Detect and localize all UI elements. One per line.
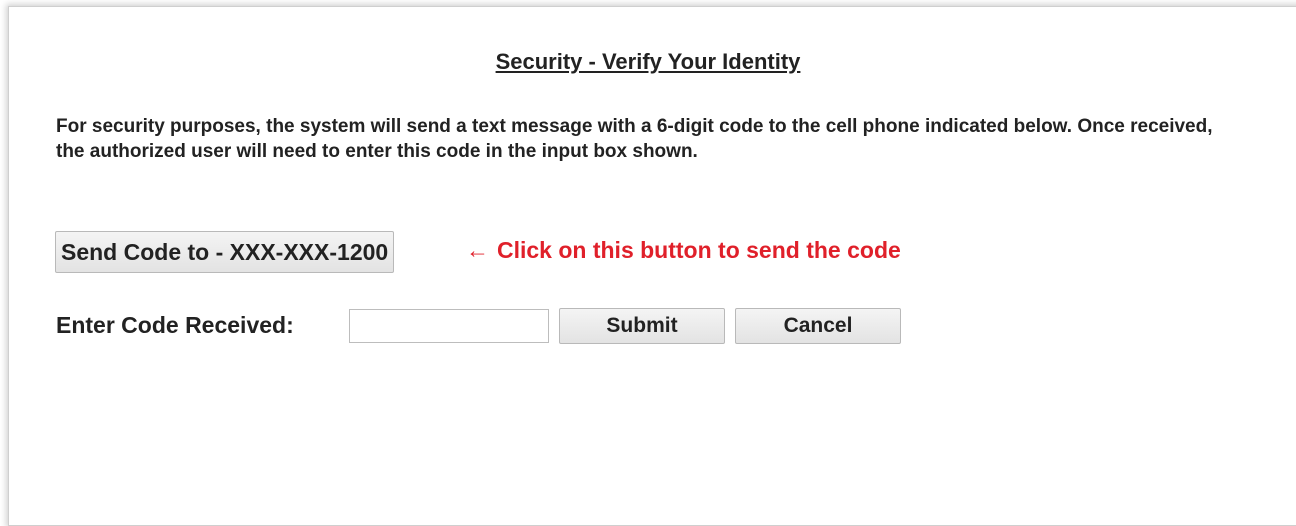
code-field-label: Enter Code Received:	[56, 312, 294, 338]
intro-text: For security purposes, the system will s…	[56, 116, 1213, 162]
code-input[interactable]	[349, 309, 549, 343]
send-code-hint: ← Click on this button to send the code	[466, 237, 901, 264]
page-title: Security - Verify Your Identity	[495, 49, 801, 74]
submit-button[interactable]: Submit	[559, 308, 725, 344]
left-arrow-icon: ←	[466, 237, 489, 263]
send-code-button[interactable]: Send Code to - XXX-XXX-1200	[55, 231, 395, 273]
cancel-button[interactable]: Cancel	[735, 308, 901, 344]
hint-text: Click on this button to send the code	[497, 237, 901, 263]
